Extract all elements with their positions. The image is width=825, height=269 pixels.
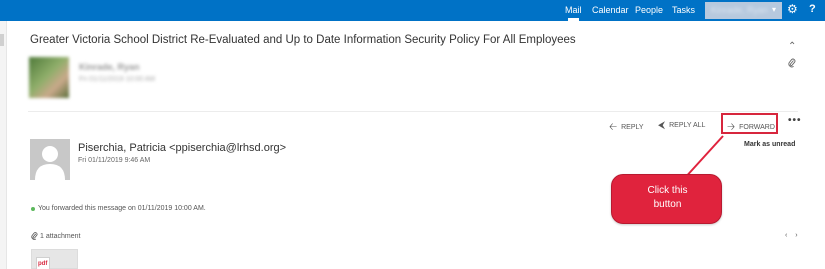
callout-text: Click this button <box>612 184 723 212</box>
instruction-callout: Click this button <box>611 174 722 224</box>
callout-line-2: button <box>653 199 682 210</box>
callout-line-1: Click this <box>647 185 688 196</box>
callout-pointer-line <box>682 135 724 181</box>
